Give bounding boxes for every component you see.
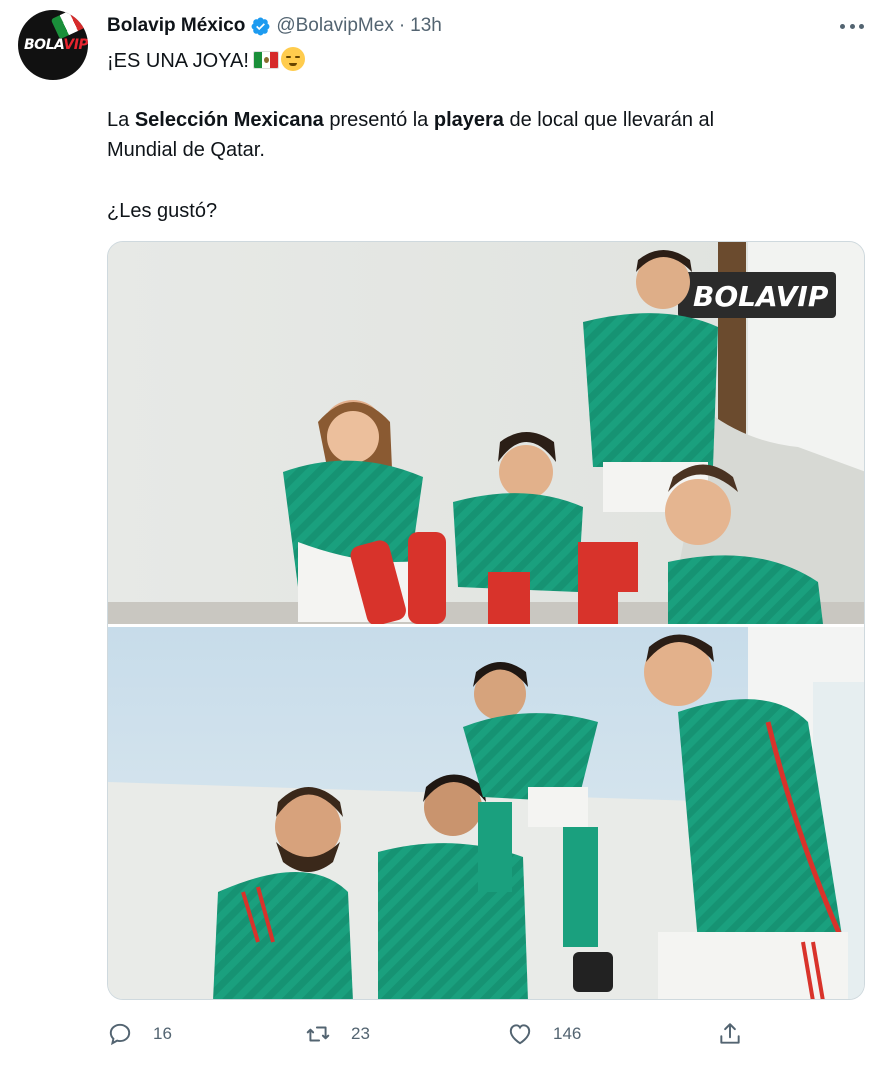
tweet-actions: 16 23 146 bbox=[107, 1016, 747, 1052]
tweet-body-line: La Selección Mexicana presentó la player… bbox=[107, 107, 714, 133]
share-icon bbox=[720, 1023, 740, 1044]
body-bold-text: Selección Mexicana bbox=[134, 109, 324, 131]
verified-icon bbox=[251, 17, 270, 35]
author-name[interactable]: Bolavip México bbox=[107, 15, 245, 37]
retweet-button[interactable]: 23 bbox=[305, 1016, 370, 1052]
body-text: presentó la bbox=[323, 109, 434, 131]
like-icon bbox=[509, 1024, 531, 1045]
tweet-time[interactable]: 13h bbox=[410, 15, 442, 37]
relieved-face-emoji bbox=[280, 47, 305, 71]
tweet-header: Bolavip México @BolavipMex · 13h bbox=[107, 14, 442, 38]
tweet-question: ¿Les gustó? bbox=[107, 200, 218, 222]
tweet-body-line-2: Mundial de Qatar. bbox=[107, 139, 265, 161]
flag-ribbon bbox=[50, 10, 88, 40]
retweet-icon bbox=[306, 1026, 330, 1042]
reply-icon bbox=[109, 1023, 131, 1046]
share-button[interactable] bbox=[717, 1016, 743, 1052]
avatar[interactable]: BOLAVIP bbox=[18, 10, 88, 80]
mexico-flag-emoji bbox=[252, 51, 279, 69]
separator-dot: · bbox=[398, 15, 406, 36]
like-count: 146 bbox=[553, 1024, 582, 1043]
watermark-text: BOLAVIP bbox=[693, 280, 829, 313]
more-icon[interactable] bbox=[840, 16, 864, 36]
body-bold-text: playera bbox=[433, 109, 504, 131]
tweet-line-1: ¡ES UNA JOYA! bbox=[107, 47, 305, 74]
body-text: La bbox=[107, 109, 135, 131]
avatar-logo: BOLAVIP bbox=[24, 37, 88, 53]
reply-count: 16 bbox=[153, 1024, 172, 1043]
body-text: de local que llevarán al bbox=[503, 109, 715, 131]
author-handle[interactable]: @BolavipMex bbox=[276, 15, 394, 37]
retweet-count: 23 bbox=[351, 1024, 370, 1043]
jersey-photo: BOLAVIP bbox=[108, 242, 864, 999]
tweet-headline: ¡ES UNA JOYA! bbox=[107, 50, 249, 72]
like-button[interactable]: 146 bbox=[507, 1016, 581, 1052]
reply-button[interactable]: 16 bbox=[107, 1016, 172, 1052]
tweet-media-image[interactable]: BOLAVIP bbox=[107, 241, 865, 1000]
